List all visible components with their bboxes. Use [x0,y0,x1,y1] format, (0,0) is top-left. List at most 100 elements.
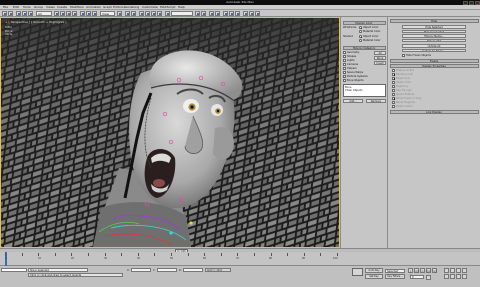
link-display-rollout[interactable]: Link Display [389,110,479,114]
hide-rollout[interactable]: Hide [389,19,479,23]
schematic-view-icon[interactable] [229,11,234,16]
category-geometry-checkbox[interactable] [343,51,346,54]
selected-dropdown[interactable]: Selected [385,268,405,273]
move-icon[interactable] [80,11,85,16]
unhide-by-name-button[interactable]: Unhide by Name... [402,48,466,53]
perspective-viewport[interactable]: + [ Perspective ] [ Smooth + Highlights … [0,17,340,248]
material-editor-icon[interactable] [235,11,240,16]
maximize-viewport-icon[interactable] [462,274,467,279]
graphite-ribbon-icon[interactable] [215,11,220,16]
category-listbox[interactable]: Bone Chain Objects [343,84,386,97]
spinner-snap-icon[interactable] [157,11,162,16]
vertex-colors-checkbox[interactable] [392,105,395,108]
go-to-end-icon[interactable]: >| [432,268,437,273]
wireframe-material-color-radio[interactable] [359,30,362,33]
angle-snap-icon[interactable] [145,11,150,16]
never-degrade-checkbox[interactable] [392,101,395,104]
category-lights-checkbox[interactable] [343,59,346,62]
show-frozen-in-gray-checkbox[interactable] [392,97,395,100]
layer-manager-icon[interactable] [209,11,214,16]
current-frame-field[interactable]: 0 [410,275,424,279]
unhide-all-button[interactable]: Unhide All [402,44,466,48]
vertex-ticks-checkbox[interactable] [392,81,395,84]
orbit-icon[interactable] [456,274,461,279]
keyboard-shortcut-override-icon[interactable] [131,11,136,16]
freeze-rollout[interactable]: Freeze [389,59,479,63]
wireframe-object-color-radio[interactable] [359,26,362,29]
display-properties-rollout[interactable]: Display Properties [389,64,479,68]
maximize-icon[interactable] [469,0,474,5]
previous-frame-icon[interactable]: <| [414,268,419,273]
backface-cull-checkbox[interactable] [392,73,395,76]
pivot-center-icon[interactable] [117,11,122,16]
category-bone-objects-checkbox[interactable] [343,79,346,82]
category-all-button[interactable]: All [374,51,386,55]
set-key-icon[interactable] [352,268,363,276]
render-production-icon[interactable] [255,11,260,16]
window-crossing-icon[interactable] [72,11,77,16]
align-icon[interactable] [201,11,206,16]
display-color-rollout[interactable]: Display Color [342,21,386,25]
named-selection-dropdown[interactable] [171,11,193,16]
unlink-icon[interactable] [22,11,27,16]
selection-filter-dropdown[interactable]: All [36,11,52,16]
y-coordinate-field[interactable] [157,268,177,272]
render-setup-icon[interactable] [243,11,248,16]
category-particle-systems-checkbox[interactable] [343,75,346,78]
pan-view-icon[interactable] [450,274,455,279]
redo-icon[interactable] [8,11,13,16]
field-of-view-icon[interactable] [444,274,449,279]
undo-icon[interactable] [2,11,7,16]
track-bar[interactable]: 0 10 20 30 40 50 60 70 80 90 100 [0,252,480,266]
add-category-button[interactable]: Add... [343,99,363,103]
rectangular-selection-icon[interactable] [66,11,71,16]
time-configuration-icon[interactable] [426,274,431,280]
see-through-checkbox[interactable] [392,89,395,92]
hide-unselected-button[interactable]: Hide Unselected [402,29,466,34]
category-helpers-checkbox[interactable] [343,67,346,70]
remove-category-button[interactable]: Remove [366,99,386,103]
edit-named-selection-icon[interactable] [165,11,170,16]
trajectory-checkbox[interactable] [392,85,395,88]
hide-selected-button[interactable]: Hide Selected [402,25,466,29]
x-coordinate-field[interactable] [131,268,151,272]
rotate-icon[interactable] [86,11,91,16]
rendered-frame-window-icon[interactable] [249,11,254,16]
link-icon[interactable] [16,11,21,16]
select-by-name-icon[interactable] [60,11,65,16]
edges-only-checkbox[interactable] [392,77,395,80]
viewport-label[interactable]: + [ Perspective ] [ Smooth + Highlights … [5,20,66,24]
z-coordinate-field[interactable] [183,268,203,272]
hide-by-hit-button[interactable]: Hide by Hit [402,38,466,43]
bind-space-warp-icon[interactable] [28,11,33,16]
snaps-toggle-icon[interactable] [139,11,144,16]
category-cameras-checkbox[interactable] [343,63,346,66]
category-invert-button[interactable]: Invert [374,61,386,65]
close-icon[interactable] [475,0,480,5]
category-space-warps-checkbox[interactable] [343,71,346,74]
set-key-button[interactable]: Set Key [365,274,383,279]
next-frame-icon[interactable]: |> [426,268,431,273]
list-item-chain-objects[interactable]: Chain Objects [345,89,362,92]
shaded-material-color-radio[interactable] [359,39,362,42]
zoom-all-icon[interactable] [450,268,455,273]
play-icon[interactable]: > [420,268,425,273]
shaded-object-color-radio[interactable] [359,35,362,38]
percent-snap-icon[interactable] [151,11,156,16]
category-shapes-checkbox[interactable] [343,55,346,58]
scale-icon[interactable] [92,11,97,16]
category-none-button[interactable]: None [374,56,386,60]
go-to-start-icon[interactable]: |< [408,268,413,277]
select-and-manipulate-icon[interactable] [125,11,130,16]
curve-editor-icon[interactable] [223,11,228,16]
hide-frozen-checkbox[interactable] [402,54,405,57]
zoom-extents-icon[interactable] [456,268,461,273]
key-filters-button[interactable]: Key Filters... [385,274,405,279]
zoom-extents-all-icon[interactable] [462,268,467,273]
mirror-icon[interactable] [195,11,200,16]
maxscript-listener-field[interactable] [1,268,27,272]
ignore-extents-checkbox[interactable] [392,93,395,96]
minimize-icon[interactable] [463,0,468,5]
select-object-icon[interactable] [54,11,59,16]
hide-by-category-rollout[interactable]: Hide by Category [342,46,386,50]
